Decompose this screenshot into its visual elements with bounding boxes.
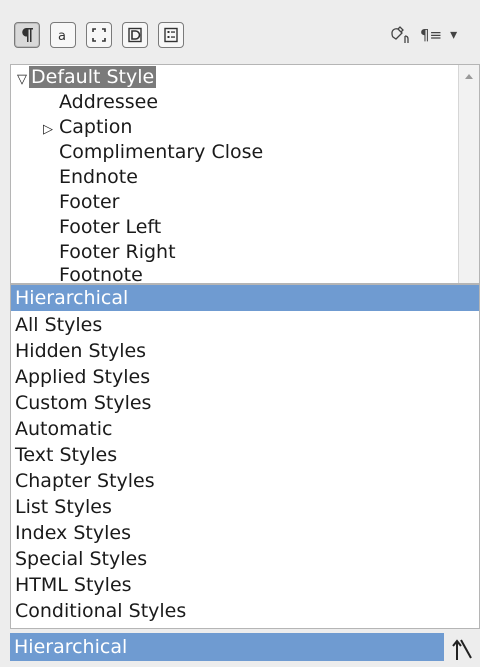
dropdown-option-chapter-styles[interactable]: Chapter Styles [11,468,479,494]
dropdown-option-applied-styles[interactable]: Applied Styles [11,364,479,390]
paragraph-styles-icon [22,28,33,42]
tree-item-label: Footer Left [59,216,162,238]
tree-scrollbar[interactable] [458,65,479,283]
list-styles-icon [164,27,178,43]
scroll-up-arrow-icon [465,74,473,79]
styles-tree[interactable]: ▽ Default Style Addressee ▷ Caption Compli… [10,64,480,284]
dropdown-option-special-styles[interactable]: Special Styles [11,546,479,572]
dropdown-option-automatic[interactable]: Automatic [11,416,479,442]
fill-format-mode-icon [391,26,409,43]
tree-item-label: Addressee [59,91,159,113]
tree-item-label: Complimentary Close [59,141,264,163]
page-styles-icon [128,27,142,43]
dropdown-option-text-styles[interactable]: Text Styles [11,442,479,468]
dropdown-option-custom-styles[interactable]: Custom Styles [11,390,479,416]
frame-styles-button[interactable] [86,22,112,48]
fill-format-mode-button[interactable] [388,22,414,48]
styles-panel: a ¶≡ ▾ ▽ Default Style Addressee ▷ Capti… [0,0,480,667]
dropdown-option-conditional-styles[interactable]: Conditional Styles [11,598,479,624]
tree-item-label: Endnote [59,166,138,188]
frame-styles-icon [92,28,106,42]
dropdown-option-hierarchical[interactable]: Hierarchical [11,285,479,311]
page-styles-button[interactable] [122,22,148,48]
tree-item-label: Default Style [29,66,157,88]
style-filter-bar: Hierarchical [10,629,480,667]
show-previews-icon [452,639,472,660]
character-styles-button[interactable]: a [50,22,76,48]
dropdown-option-list-styles[interactable]: List Styles [11,494,479,520]
tree-item-label: Footer [59,191,120,213]
dropdown-option-index-styles[interactable]: Index Styles [11,520,479,546]
style-filter-select[interactable]: Hierarchical [10,633,444,661]
tree-item-default-style[interactable]: ▽ Default Style [15,65,157,92]
collapsed-triangle-icon[interactable]: ▷ [41,117,55,142]
dropdown-option-all-styles[interactable]: All Styles [11,312,479,338]
new-style-menu-icon: ¶≡ [420,26,443,44]
style-filter-dropdown-list[interactable]: Hierarchical All Styles Hidden Styles Ap… [10,284,480,629]
svg-text:a: a [58,29,66,43]
show-previews-button[interactable] [446,633,480,665]
tree-item-caption[interactable]: ▷ Caption [41,115,132,140]
dropdown-option-hidden-styles[interactable]: Hidden Styles [11,338,479,364]
tree-item-addressee[interactable]: Addressee [59,90,158,115]
tree-item-footer[interactable]: Footer [59,190,119,215]
tree-item-footer-left[interactable]: Footer Left [59,215,161,240]
tree-item-footer-right[interactable]: Footer Right [59,240,176,265]
tree-item-footnote[interactable]: Footnote [59,263,143,284]
tree-item-label: Footnote [59,264,143,284]
character-styles-icon: a [58,29,66,43]
list-styles-button[interactable] [158,22,184,48]
tree-item-label: Caption [59,116,133,138]
expanded-triangle-icon[interactable]: ▽ [15,67,29,92]
tree-item-endnote[interactable]: Endnote [59,165,138,190]
styles-toolbar: a ¶≡ ▾ [0,0,480,66]
new-style-menu-button[interactable]: ¶≡ ▾ [420,22,457,48]
chevron-down-icon: ▾ [450,27,458,43]
tree-item-label: Footer Right [59,241,176,263]
tree-item-complimentary-close[interactable]: Complimentary Close [59,140,263,165]
paragraph-styles-button[interactable] [14,22,40,48]
scroll-up-button[interactable] [459,68,479,84]
dropdown-option-html-styles[interactable]: HTML Styles [11,572,479,598]
